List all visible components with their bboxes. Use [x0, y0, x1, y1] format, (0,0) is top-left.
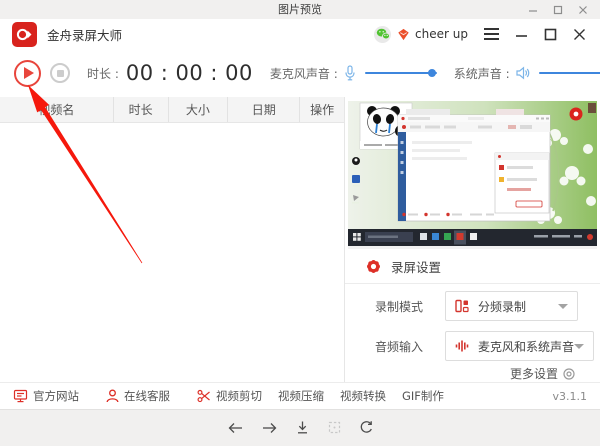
- viewer-maximize-icon[interactable]: [553, 5, 563, 15]
- app-titlebar: 金舟录屏大师 cheer up: [0, 19, 600, 49]
- app-minimize-icon[interactable]: [515, 28, 528, 41]
- microphone-icon: [344, 65, 356, 81]
- video-convert-link[interactable]: 视频转换: [340, 388, 386, 404]
- record-stop-button[interactable]: [50, 63, 70, 83]
- video-cut-link[interactable]: 视频剪切: [197, 388, 262, 404]
- footer-item-label: 视频压缩: [278, 388, 324, 404]
- record-toolbar: 时长 : 00 : 00 : 00 麦克风声音 : 系统声音 :: [0, 49, 600, 97]
- version-label: v3.1.1: [553, 390, 588, 403]
- viewer-close-icon[interactable]: [578, 5, 588, 15]
- audio-input-label: 音频输入: [375, 338, 431, 355]
- vip-gem-icon[interactable]: [397, 28, 410, 41]
- more-settings-button[interactable]: 更多设置: [510, 365, 576, 382]
- app-footer: 官方网站 在线客服 视频剪切 视频压缩 视频转换 GIF制作 v3.1.1: [0, 382, 600, 409]
- download-button[interactable]: [295, 420, 310, 435]
- system-volume-label: 系统声音 :: [454, 65, 510, 82]
- mic-volume-slider-thumb[interactable]: [428, 69, 436, 77]
- footer-item-label: GIF制作: [402, 388, 444, 404]
- record-mode-row: 录制模式 分频录制: [345, 291, 600, 321]
- screen-recorder-app-window: 金舟录屏大师 cheer up: [0, 19, 600, 409]
- footer-item-label: 在线客服: [124, 388, 170, 404]
- stop-icon: [57, 70, 64, 77]
- record-play-button[interactable]: [14, 60, 41, 87]
- viewer-window-controls: [528, 5, 600, 15]
- online-support-link[interactable]: 在线客服: [106, 388, 170, 404]
- video-list-empty: [0, 123, 344, 382]
- footer-item-label: 官方网站: [33, 388, 79, 404]
- menu-icon[interactable]: [484, 28, 499, 40]
- video-list-section: 视频名 时长 大小 日期 操作: [0, 97, 345, 382]
- rotate-button[interactable]: [359, 420, 374, 435]
- desktop-preview-image: [348, 101, 597, 249]
- viewer-minimize-icon[interactable]: [528, 5, 538, 15]
- settings-header: 录屏设置: [365, 257, 441, 276]
- duration-label: 时长 :: [87, 65, 119, 82]
- audio-input-row: 音频输入 麦克风和系统声音: [345, 331, 600, 361]
- column-header-size: 大小: [169, 97, 229, 122]
- audio-input-value: 麦克风和系统声音: [478, 338, 574, 355]
- footer-item-label: 视频转换: [340, 388, 386, 404]
- app-title: 金舟录屏大师: [47, 25, 122, 44]
- app-main: 视频名 时长 大小 日期 操作: [0, 97, 600, 382]
- person-icon: [106, 389, 119, 403]
- speaker-icon: [516, 66, 530, 80]
- more-settings-gear-icon: [562, 367, 576, 381]
- column-header-duration: 时长: [114, 97, 169, 122]
- scissors-icon: [197, 389, 211, 403]
- previous-image-button[interactable]: [227, 421, 244, 435]
- play-icon: [24, 67, 34, 79]
- audio-wave-icon: [455, 339, 469, 353]
- viewer-title: 图片预览: [0, 0, 600, 19]
- chevron-down-icon: [558, 304, 568, 309]
- record-mode-icon: [455, 299, 469, 313]
- mic-volume-label: 麦克风声音 :: [270, 65, 338, 82]
- footer-item-label: 视频剪切: [216, 388, 262, 404]
- app-logo-icon: [12, 22, 37, 47]
- more-settings-label: 更多设置: [510, 365, 558, 382]
- viewer-titlebar: 图片预览: [0, 0, 600, 19]
- video-compress-link[interactable]: 视频压缩: [278, 388, 324, 404]
- next-image-button[interactable]: [261, 421, 278, 435]
- mic-volume-slider[interactable]: [365, 72, 437, 74]
- column-header-actions: 操作: [300, 97, 344, 122]
- record-mode-dropdown[interactable]: 分频录制: [445, 291, 578, 321]
- settings-divider: [345, 283, 600, 284]
- settings-title: 录屏设置: [391, 257, 441, 276]
- fit-to-screen-button[interactable]: [327, 420, 342, 435]
- chevron-down-icon: [574, 344, 584, 349]
- monitor-icon: [13, 389, 28, 403]
- viewer-toolbar: [0, 409, 600, 445]
- gear-icon: [365, 258, 382, 275]
- video-table-header: 视频名 时长 大小 日期 操作: [0, 97, 344, 123]
- app-close-icon[interactable]: [573, 28, 586, 41]
- system-volume-slider[interactable]: [539, 72, 600, 74]
- audio-input-dropdown[interactable]: 麦克风和系统声音: [445, 331, 594, 361]
- official-website-link[interactable]: 官方网站: [13, 388, 79, 404]
- wechat-icon[interactable]: [374, 26, 391, 43]
- record-mode-label: 录制模式: [375, 298, 431, 315]
- gif-maker-link[interactable]: GIF制作: [402, 388, 444, 404]
- settings-panel: 录屏设置 录制模式 分频录制: [345, 97, 600, 382]
- account-name[interactable]: cheer up: [415, 27, 468, 41]
- app-titlebar-right: cheer up: [374, 26, 588, 43]
- record-mode-value: 分频录制: [478, 298, 526, 315]
- column-header-date: 日期: [228, 97, 300, 122]
- column-header-name: 视频名: [0, 97, 114, 122]
- app-maximize-icon[interactable]: [544, 28, 557, 41]
- duration-value: 00 : 00 : 00: [126, 61, 253, 85]
